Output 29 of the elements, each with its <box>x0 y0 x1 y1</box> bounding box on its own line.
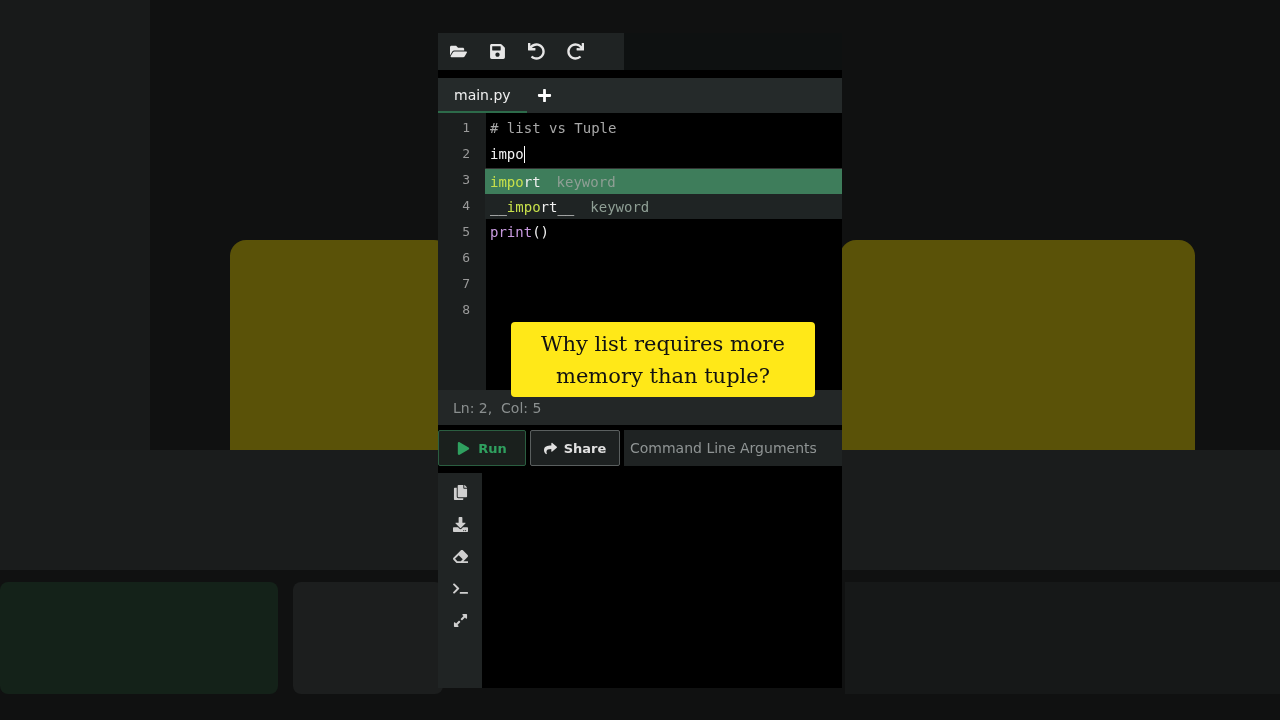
arguments-field[interactable]: Command Line Arguments <box>624 430 842 466</box>
code-line: print() <box>490 223 549 242</box>
line-number: 2 <box>461 145 471 163</box>
redo-icon[interactable] <box>567 43 584 60</box>
line-number: 6 <box>461 249 471 267</box>
line-number: 7 <box>461 275 471 293</box>
share-icon <box>543 441 557 455</box>
save-icon[interactable] <box>489 43 506 60</box>
code-line: impo <box>490 145 524 164</box>
terminal-icon[interactable] <box>452 581 468 596</box>
copy-icon[interactable] <box>452 485 468 500</box>
cursor-position: Ln: 2, Col: 5 <box>453 399 542 416</box>
line-number: 1 <box>461 119 471 137</box>
run-button[interactable]: Run <box>438 430 526 466</box>
line-number: 8 <box>461 301 471 319</box>
play-icon <box>457 441 471 455</box>
eraser-icon[interactable] <box>452 549 468 564</box>
suggestion-item[interactable]: impo rt keyword <box>485 169 842 194</box>
line-number: 3 <box>461 171 471 189</box>
undo-icon[interactable] <box>528 43 545 60</box>
folder-icon[interactable] <box>450 43 467 60</box>
download-icon[interactable] <box>452 517 468 532</box>
suggestion-item[interactable]: __impo rt__ keyword <box>485 194 842 219</box>
share-button[interactable]: Share <box>530 430 620 466</box>
caption: Why list requires more memory than tuple? <box>511 322 815 397</box>
line-number: 4 <box>461 197 471 215</box>
line-number: 5 <box>461 223 471 241</box>
expand-icon[interactable] <box>452 613 468 628</box>
code-line: # list vs Tuple <box>490 119 617 138</box>
